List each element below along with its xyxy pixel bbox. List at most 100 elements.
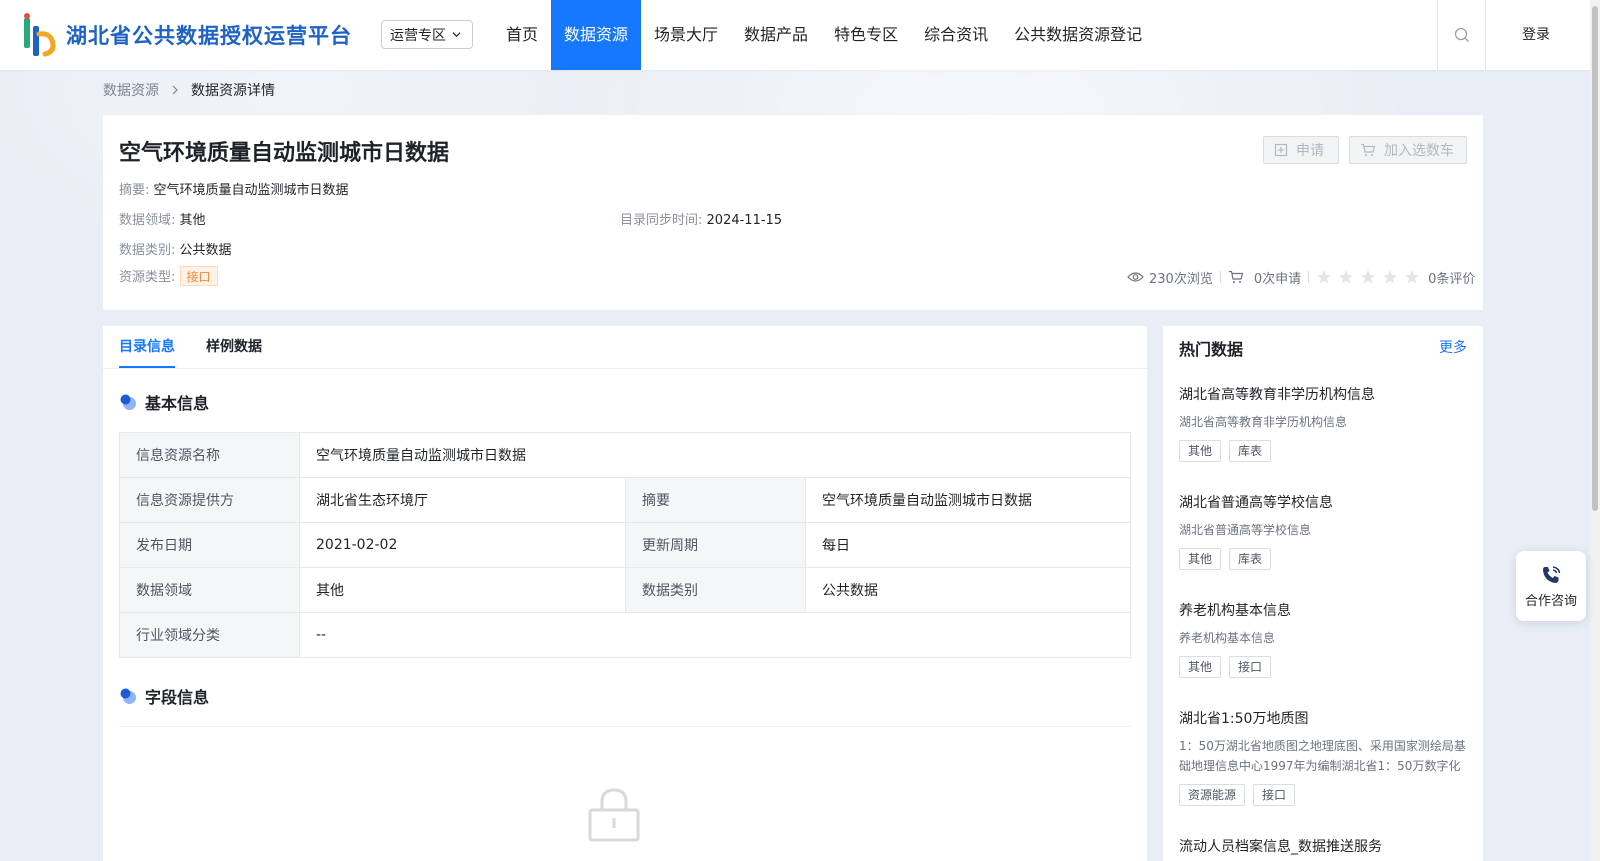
- main-nav: 首页 数据资源 场景大厅 数据产品 特色专区 综合资讯 公共数据资源登记: [493, 0, 1155, 70]
- table-row: 行业领域分类 --: [119, 612, 1131, 658]
- star-icon: [1361, 270, 1376, 284]
- tabs-divider: [103, 368, 1147, 369]
- summary-value: 空气环境质量自动监测城市日数据: [153, 183, 349, 198]
- sync-time-value: 2024-11-15: [706, 213, 783, 228]
- sync-time-key: 目录同步时间:: [620, 213, 703, 228]
- apply-button[interactable]: 申请: [1263, 136, 1339, 164]
- site-logo[interactable]: 湖北省公共数据授权运营平台: [16, 10, 352, 60]
- breadcrumb: 数据资源 数据资源详情: [103, 80, 275, 100]
- hot-item-tags: 其他 接口: [1179, 656, 1469, 678]
- table-value: 2021-02-02: [299, 522, 626, 568]
- hot-data-more-link[interactable]: 更多: [1439, 337, 1467, 357]
- table-row: 发布日期 2021-02-02 更新周期 每日: [119, 522, 1131, 568]
- basic-info-heading: 基本信息: [119, 390, 209, 414]
- apply-button-label: 申请: [1296, 143, 1324, 159]
- summary-key: 摘要:: [119, 183, 150, 198]
- category-key: 数据类别:: [119, 243, 176, 258]
- add-to-cart-label: 加入选数车: [1384, 143, 1454, 159]
- table-key: 行业领域分类: [119, 612, 300, 658]
- nav-news[interactable]: 综合资讯: [911, 0, 1001, 70]
- eye-icon: [1127, 272, 1144, 282]
- resource-title: 空气环境质量自动监测城市日数据: [119, 141, 450, 166]
- section-bullet-icon: [120, 394, 136, 410]
- zone-dropdown-label: 运营专区: [390, 27, 446, 44]
- top-header: 湖北省公共数据授权运营平台 运营专区 首页 数据资源 场景大厅 数据产品 特色专…: [0, 0, 1590, 70]
- section-bullet-icon: [120, 688, 136, 704]
- table-key: 摘要: [625, 477, 806, 523]
- resource-detail-card: 目录信息 样例数据 基本信息 信息资源名称 空气环境质量自动监测城市日数据 信息…: [103, 326, 1147, 861]
- page-scrollbar[interactable]: [1590, 0, 1600, 861]
- category-row: 数据类别: 公共数据: [119, 239, 232, 258]
- logo-icon: [24, 13, 56, 57]
- category-value: 公共数据: [179, 243, 232, 258]
- hot-item-desc: 1：50万湖北省地质图之地理底图、采用国家测绘局基础地理信息中心1997年为编制…: [1179, 739, 1466, 773]
- consult-button[interactable]: 合作咨询: [1516, 551, 1586, 621]
- table-value: 每日: [805, 522, 1131, 568]
- apply-icon: [1274, 143, 1288, 157]
- hot-item-tags: 资源能源 接口: [1179, 784, 1469, 806]
- nav-data-resources[interactable]: 数据资源: [551, 0, 642, 70]
- tag: 库表: [1229, 440, 1272, 462]
- nav-public-data-registration[interactable]: 公共数据资源登记: [1001, 0, 1155, 70]
- sync-time-row: 目录同步时间: 2024-11-15: [620, 209, 782, 228]
- list-item[interactable]: 流动人员档案信息_数据推送服务: [1179, 836, 1469, 856]
- star-icon: [1405, 270, 1420, 284]
- list-item[interactable]: 湖北省普通高等学校信息 湖北省普通高等学校信息 其他 库表: [1179, 492, 1469, 570]
- search-button[interactable]: [1437, 0, 1486, 70]
- add-to-cart-button[interactable]: 加入选数车: [1349, 136, 1467, 164]
- tag: 接口: [1229, 656, 1272, 678]
- table-key: 数据领域: [119, 567, 300, 613]
- tag: 资源能源: [1179, 784, 1246, 806]
- resource-type-row: 资源类型: 接口: [119, 266, 218, 286]
- nav-featured-zone[interactable]: 特色专区: [821, 0, 911, 70]
- scrollbar-thumb[interactable]: [1592, 6, 1598, 511]
- cart-icon: [1361, 143, 1376, 156]
- tag: 其他: [1179, 656, 1222, 678]
- zone-dropdown[interactable]: 运营专区: [381, 20, 473, 49]
- list-item[interactable]: 湖北省1:50万地质图 1：50万湖北省地质图之地理底图、采用国家测绘局基础地理…: [1179, 708, 1469, 806]
- detail-tabs: 目录信息 样例数据: [119, 326, 293, 368]
- domain-row: 数据领域: 其他: [119, 209, 206, 228]
- nav-scenario-hall[interactable]: 场景大厅: [641, 0, 731, 70]
- chevron-right-icon: [172, 85, 178, 95]
- domain-value: 其他: [179, 213, 206, 228]
- cart-icon: [1228, 270, 1244, 283]
- hot-item-name[interactable]: 养老机构基本信息: [1179, 600, 1469, 620]
- table-row: 信息资源名称 空气环境质量自动监测城市日数据: [119, 432, 1131, 478]
- hot-item-name[interactable]: 湖北省1:50万地质图: [1179, 708, 1469, 728]
- hot-data-panel: 热门数据 更多 湖北省高等教育非学历机构信息 湖北省高等教育非学历机构信息 其他…: [1163, 326, 1483, 861]
- nav-home[interactable]: 首页: [493, 0, 551, 70]
- nav-data-products[interactable]: 数据产品: [731, 0, 821, 70]
- table-row: 信息资源提供方 湖北省生态环境厅 摘要 空气环境质量自动监测城市日数据: [119, 477, 1131, 523]
- resource-stats: 230次浏览 0次申请 0条评价: [1127, 267, 1475, 287]
- review-count: 0条评价: [1428, 271, 1476, 287]
- phone-icon: [1543, 565, 1561, 583]
- hot-data-title: 热门数据: [1179, 340, 1244, 359]
- basic-info-title: 基本信息: [145, 394, 210, 413]
- hot-item-tags: 其他 库表: [1179, 440, 1469, 462]
- hot-item-name[interactable]: 流动人员档案信息_数据推送服务: [1179, 836, 1469, 856]
- breadcrumb-data-resources[interactable]: 数据资源: [103, 80, 159, 100]
- hot-item-name[interactable]: 湖北省高等教育非学历机构信息: [1179, 384, 1469, 404]
- table-key: 数据类别: [625, 567, 806, 613]
- login-link[interactable]: 登录: [1522, 0, 1550, 70]
- tag: 其他: [1179, 440, 1222, 462]
- table-value: 其他: [299, 567, 626, 613]
- stats-divider: [1308, 271, 1310, 283]
- table-value: 公共数据: [805, 567, 1131, 613]
- list-item[interactable]: 养老机构基本信息 养老机构基本信息 其他 接口: [1179, 600, 1469, 678]
- summary-row: 摘要: 空气环境质量自动监测城市日数据: [119, 179, 349, 198]
- table-key: 信息资源名称: [119, 432, 300, 478]
- tab-catalog-info[interactable]: 目录信息: [119, 326, 175, 368]
- hot-item-name[interactable]: 湖北省普通高等学校信息: [1179, 492, 1469, 512]
- field-info-heading: 字段信息: [119, 684, 209, 708]
- table-row: 数据领域 其他 数据类别 公共数据: [119, 567, 1131, 613]
- search-icon: [1454, 27, 1469, 42]
- tab-sample-data[interactable]: 样例数据: [206, 326, 262, 368]
- table-key: 信息资源提供方: [119, 477, 300, 523]
- table-key: 发布日期: [119, 522, 300, 568]
- resource-type-key: 资源类型:: [119, 270, 176, 285]
- lock-icon: [588, 788, 640, 842]
- star-icon: [1383, 270, 1398, 284]
- list-item[interactable]: 湖北省高等教育非学历机构信息 湖北省高等教育非学历机构信息 其他 库表: [1179, 384, 1469, 462]
